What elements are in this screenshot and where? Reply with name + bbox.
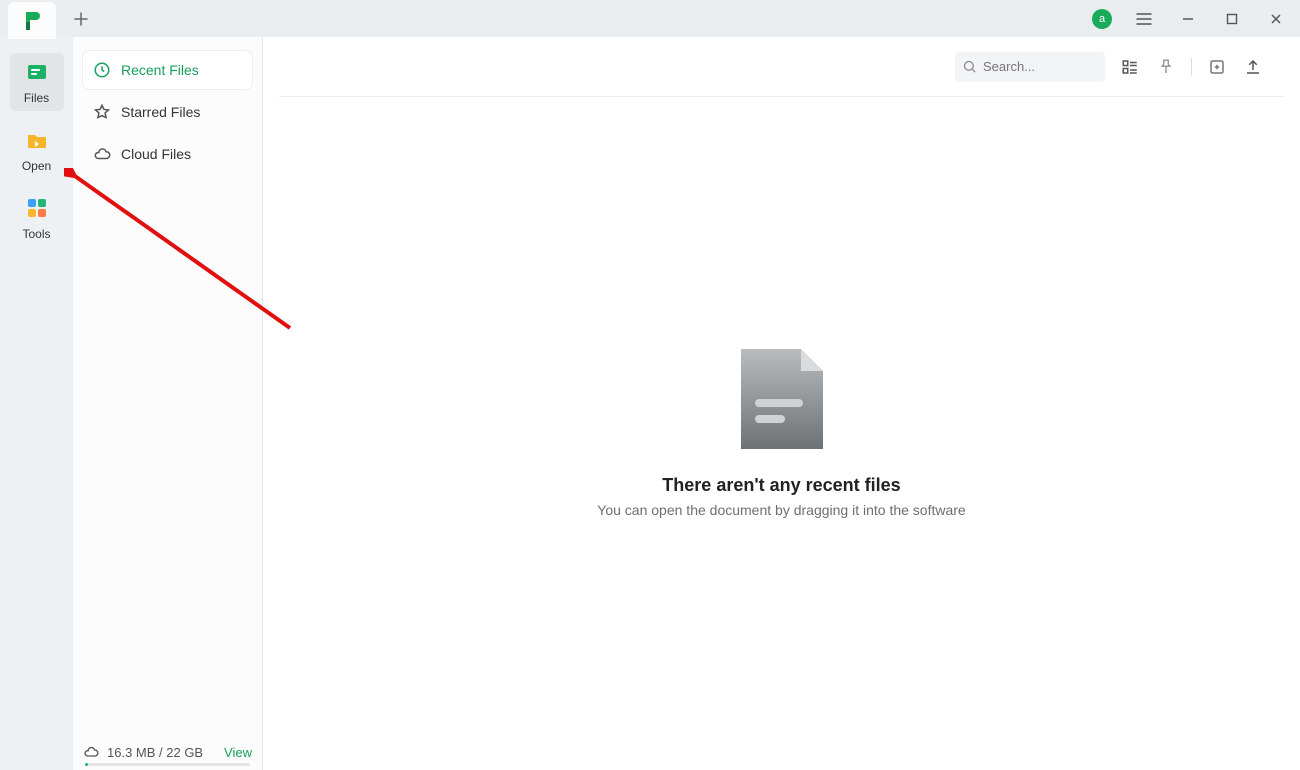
cloud-storage-status: 16.3 MB / 22 GB View	[83, 744, 252, 760]
cloud-icon	[93, 145, 111, 163]
files-side-panel: Recent Files Starred Files Cloud Files 1…	[73, 37, 263, 770]
search-wrap	[955, 52, 1105, 82]
sidepanel-item-recent[interactable]: Recent Files	[83, 51, 252, 89]
sidepanel-item-starred[interactable]: Starred Files	[83, 93, 252, 131]
plus-icon	[74, 12, 88, 26]
files-icon	[25, 60, 49, 84]
new-file-icon	[1208, 58, 1226, 76]
user-avatar[interactable]: a	[1092, 9, 1112, 29]
pin-button[interactable]	[1155, 56, 1177, 78]
empty-state: There aren't any recent files You can op…	[263, 97, 1300, 770]
empty-title: There aren't any recent files	[662, 475, 900, 496]
minimize-icon	[1181, 12, 1195, 26]
open-folder-icon	[25, 128, 49, 152]
sidepanel-item-cloud[interactable]: Cloud Files	[83, 135, 252, 173]
leftrail-label: Open	[22, 159, 51, 173]
sidepanel-label: Recent Files	[121, 62, 199, 78]
tools-grid-icon	[26, 197, 48, 219]
list-view-icon	[1121, 58, 1139, 76]
empty-document-icon	[741, 349, 823, 449]
new-tab-button[interactable]	[66, 4, 96, 34]
leftrail-item-open[interactable]: Open	[10, 121, 64, 179]
title-bar: a	[0, 0, 1300, 37]
toolbar-divider	[1191, 58, 1192, 76]
sidepanel-label: Cloud Files	[121, 146, 191, 162]
leftrail-label: Files	[24, 91, 49, 105]
maximize-icon	[1226, 13, 1238, 25]
search-input[interactable]	[955, 52, 1105, 82]
minimize-button[interactable]	[1168, 0, 1208, 37]
storage-text: 16.3 MB / 22 GB	[107, 745, 203, 760]
clock-icon	[93, 61, 111, 79]
leftrail-item-tools[interactable]: Tools	[10, 189, 64, 247]
view-list-button[interactable]	[1119, 56, 1141, 78]
leftrail-label: Tools	[22, 227, 50, 241]
app-logo-icon	[22, 10, 42, 32]
hamburger-icon	[1136, 12, 1152, 26]
left-rail: Files Open Tools	[0, 37, 73, 770]
view-storage-link[interactable]: View	[224, 745, 252, 760]
app-tab[interactable]	[8, 2, 56, 39]
upload-button[interactable]	[1242, 56, 1264, 78]
sidepanel-label: Starred Files	[121, 104, 200, 120]
menu-button[interactable]	[1124, 0, 1164, 37]
leftrail-item-files[interactable]: Files	[10, 53, 64, 111]
close-icon	[1270, 13, 1282, 25]
new-file-button[interactable]	[1206, 56, 1228, 78]
maximize-button[interactable]	[1212, 0, 1252, 37]
avatar-initial: a	[1099, 13, 1105, 25]
storage-progress-bar	[85, 763, 250, 766]
cloud-icon	[83, 744, 99, 760]
search-icon	[962, 59, 977, 79]
upload-icon	[1244, 58, 1262, 76]
empty-subtitle: You can open the document by dragging it…	[597, 502, 965, 518]
content-toolbar	[279, 37, 1284, 97]
close-button[interactable]	[1256, 0, 1296, 37]
main-content: There aren't any recent files You can op…	[263, 37, 1300, 770]
pin-icon	[1157, 58, 1175, 76]
star-icon	[93, 103, 111, 121]
